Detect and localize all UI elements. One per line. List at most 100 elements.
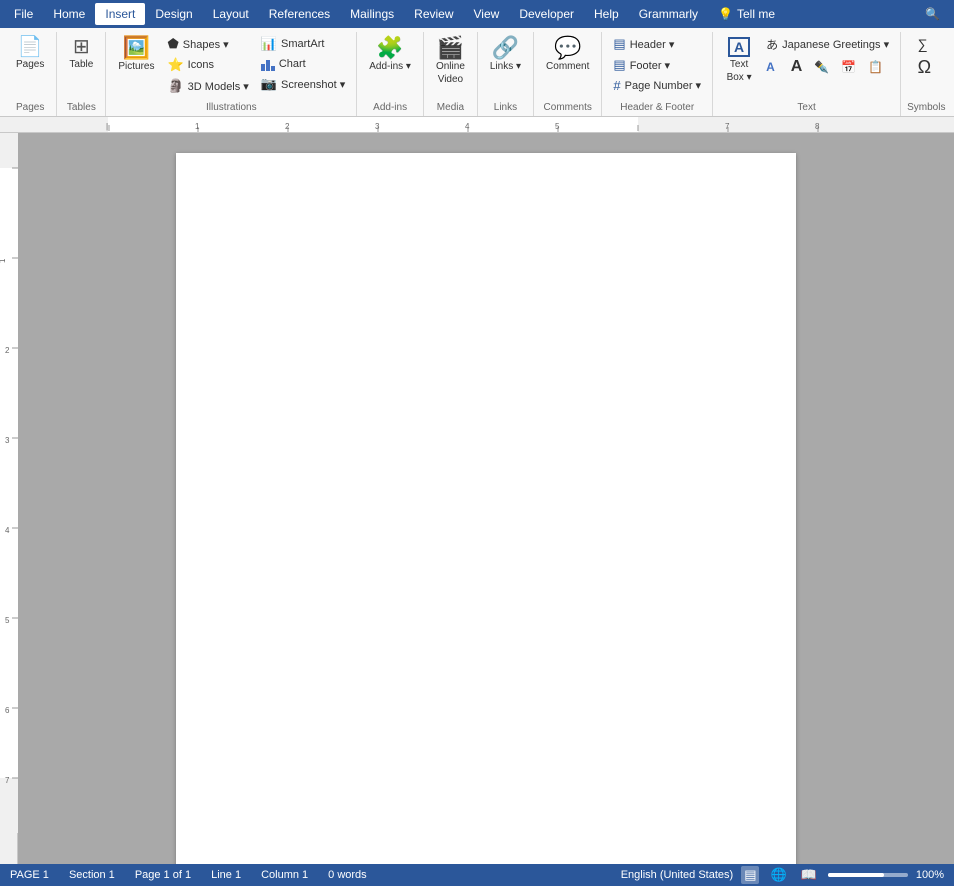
horizontal-ruler: | 1 2 3 4 5 7 8 [0, 117, 954, 133]
pictures-button[interactable]: 🖼️ Pictures [112, 34, 160, 75]
comment-button[interactable]: 💬 Comment [540, 34, 595, 75]
chart-button[interactable]: Chart [256, 55, 350, 73]
svg-text:2: 2 [285, 122, 290, 131]
text-col: あ Japanese Greetings ▾ A A ✒️ [761, 34, 894, 78]
links-items: 🔗 Links ▾ [484, 34, 527, 100]
menu-layout[interactable]: Layout [203, 3, 259, 25]
online-video-button[interactable]: 🎬 Online Video [430, 34, 471, 88]
datetime-button[interactable]: 📅 [836, 56, 861, 78]
document-page[interactable] [176, 153, 796, 874]
footer-icon: ▤ [613, 57, 625, 73]
header-icon: ▤ [613, 36, 625, 52]
footer-button[interactable]: ▤ Footer ▾ [608, 55, 706, 75]
smartart-button[interactable]: 📊 SmartArt [256, 34, 350, 54]
menu-tellme[interactable]: 💡 Tell me [708, 3, 785, 25]
ribbon-group-links: 🔗 Links ▾ Links [478, 32, 534, 116]
zoom-level[interactable]: 100% [916, 869, 944, 881]
ruler-v-svg: 1 2 3 4 5 6 7 8 [0, 133, 18, 833]
menu-review[interactable]: Review [404, 3, 463, 25]
ribbon-group-pages: 📄 Pages Pages [4, 32, 57, 116]
addins-button[interactable]: 🧩 Add-ins ▾ [363, 34, 417, 75]
japanese-icon: あ [766, 36, 778, 53]
links-icon: 🔗 [492, 37, 519, 59]
comments-items: 💬 Comment [540, 34, 595, 100]
table-button[interactable]: ⊞ Table [63, 34, 99, 73]
pagenumber-button[interactable]: # Page Number ▾ [608, 76, 706, 95]
symbol-icon: Ω [918, 57, 931, 78]
chart-icon [261, 57, 275, 71]
symbols-col: ∑ Ω [913, 34, 940, 80]
status-right: English (United States) ▤ 🌐 📖 100% [621, 866, 944, 884]
search-icon-btn[interactable]: 🔍 [915, 3, 950, 25]
zoom-track [828, 873, 884, 877]
equation-button[interactable]: ∑ [913, 34, 940, 54]
status-section: Section 1 [69, 869, 115, 881]
menu-mailings[interactable]: Mailings [340, 3, 404, 25]
symbol-button[interactable]: Ω [913, 55, 940, 80]
svg-text:3: 3 [5, 436, 10, 445]
ribbon-group-headerfooter: ▤ Header ▾ ▤ Footer ▾ # Page Number ▾ He… [602, 32, 713, 116]
main-area: 1 2 3 4 5 6 7 8 [0, 133, 954, 874]
dropcap-button[interactable]: A [786, 56, 808, 78]
ribbon-group-symbols: ∑ Ω Symbols [901, 32, 951, 116]
object-button[interactable]: 📋 [863, 56, 888, 78]
view-web-layout[interactable]: 🌐 [767, 866, 789, 884]
pagenumber-icon: # [613, 78, 620, 93]
menu-view[interactable]: View [464, 3, 510, 25]
vertical-ruler: 1 2 3 4 5 6 7 8 [0, 133, 18, 874]
shapes-button[interactable]: ⬟ Shapes ▾ [162, 34, 253, 54]
text-group-label: Text [719, 100, 894, 116]
svg-text:7: 7 [725, 122, 730, 131]
menu-help[interactable]: Help [584, 3, 629, 25]
icons-button[interactable]: ⭐ Icons [162, 55, 253, 75]
menu-developer[interactable]: Developer [509, 3, 584, 25]
svg-text:5: 5 [555, 122, 560, 131]
textbox-button[interactable]: A Text Box ▾ [719, 34, 759, 86]
media-items: 🎬 Online Video [430, 34, 471, 100]
text-items: A Text Box ▾ あ Japanese Greetings ▾ A [719, 34, 894, 100]
view-read-mode[interactable]: 📖 [798, 866, 820, 884]
illustrations-items: 🖼️ Pictures ⬟ Shapes ▾ ⭐ Icons 🗿 3 [112, 34, 350, 100]
shapes-icon: ⬟ [167, 36, 178, 52]
symbols-group-label: Symbols [907, 100, 945, 116]
menu-file[interactable]: File [4, 3, 43, 25]
wordart-button[interactable]: A [761, 56, 784, 78]
menu-home[interactable]: Home [43, 3, 95, 25]
svg-text:6: 6 [5, 706, 10, 715]
svg-text:|: | [106, 122, 108, 131]
equation-icon: ∑ [918, 36, 928, 52]
document-area[interactable] [18, 133, 954, 874]
svg-text:4: 4 [465, 122, 470, 131]
status-pageof: Page 1 of 1 [135, 869, 191, 881]
addins-group-label: Add-ins [363, 100, 417, 116]
signature-button[interactable]: ✒️ [809, 56, 834, 78]
pages-button[interactable]: 📄 Pages [10, 34, 50, 73]
menu-insert[interactable]: Insert [95, 3, 145, 25]
screenshot-icon: 📷 [261, 76, 277, 92]
video-icon: 🎬 [437, 37, 464, 59]
ribbon: 📄 Pages Pages ⊞ Table Tables 🖼️ [0, 28, 954, 117]
menu-grammarly[interactable]: Grammarly [629, 3, 708, 25]
ribbon-content: 📄 Pages Pages ⊞ Table Tables 🖼️ [0, 28, 954, 116]
signature-icon: ✒️ [814, 60, 829, 74]
pages-group-label: Pages [10, 100, 50, 116]
links-button[interactable]: 🔗 Links ▾ [484, 34, 527, 75]
status-page: PAGE 1 [10, 869, 49, 881]
status-bar: PAGE 1 Section 1 Page 1 of 1 Line 1 Colu… [0, 864, 954, 886]
status-words: 0 words [328, 869, 367, 881]
menu-design[interactable]: Design [145, 3, 202, 25]
ribbon-group-tables: ⊞ Table Tables [57, 32, 106, 116]
screenshot-button[interactable]: 📷 Screenshot ▾ [256, 74, 350, 94]
svg-text:4: 4 [5, 526, 10, 535]
ruler-svg: | 1 2 3 4 5 7 8 [18, 117, 918, 133]
ribbon-group-comments: 💬 Comment Comments [534, 32, 602, 116]
smartart-icon: 📊 [261, 36, 277, 52]
view-print-layout[interactable]: ▤ [741, 866, 759, 884]
zoom-slider[interactable] [828, 873, 908, 877]
header-button[interactable]: ▤ Header ▾ [608, 34, 706, 54]
3dmodels-button[interactable]: 🗿 3D Models ▾ [162, 76, 253, 96]
illustrations-col2: 📊 SmartArt Chart 📷 Screenshot ▾ [256, 34, 350, 94]
svg-text:8: 8 [815, 122, 820, 131]
menu-references[interactable]: References [259, 3, 340, 25]
japanese-button[interactable]: あ Japanese Greetings ▾ [761, 34, 894, 55]
